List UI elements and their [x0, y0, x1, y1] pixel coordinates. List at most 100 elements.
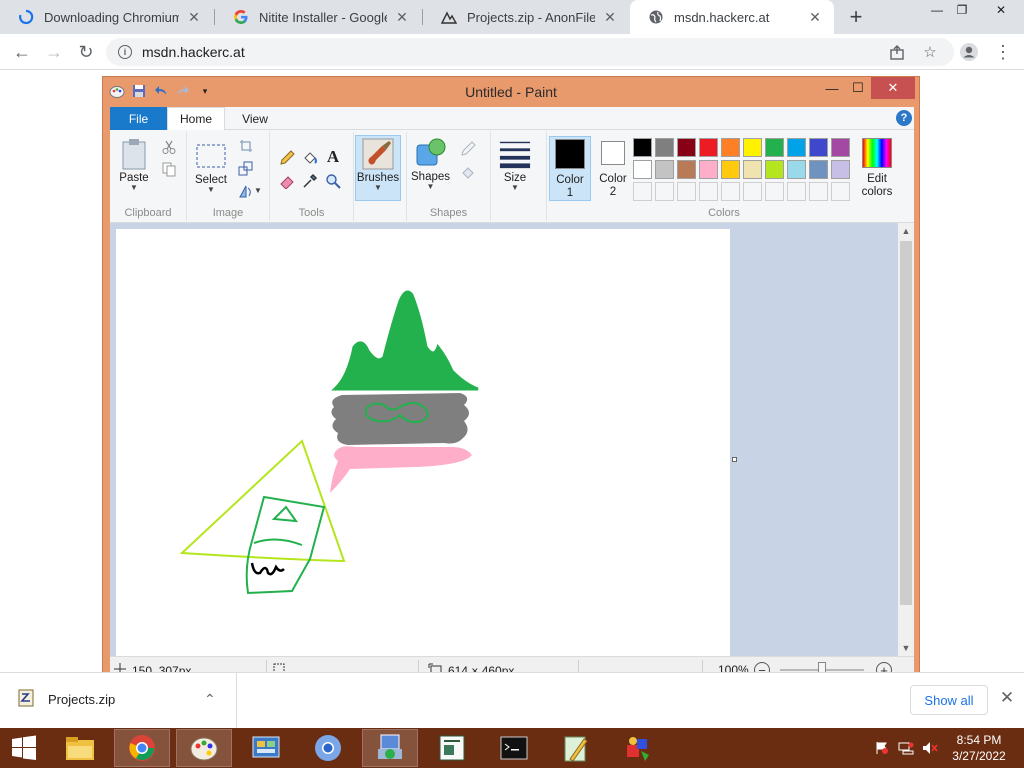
palette-swatch[interactable]	[633, 160, 652, 179]
palette-swatch[interactable]	[699, 160, 718, 179]
drawing-canvas[interactable]	[116, 229, 730, 656]
palette-swatch[interactable]	[655, 160, 674, 179]
custom-color-slot[interactable]	[699, 182, 718, 201]
custom-color-slot[interactable]	[721, 182, 740, 201]
color1-button[interactable]: Color 1	[549, 136, 591, 201]
taskbar-clock[interactable]: 8:54 PM 3/27/2022	[944, 732, 1014, 764]
eraser-icon[interactable]	[278, 172, 296, 190]
palette-swatch[interactable]	[831, 160, 850, 179]
fill-bucket-icon[interactable]	[301, 149, 319, 167]
edit-colors-button[interactable]: Edit colors	[857, 138, 897, 199]
control-panel-taskbar-icon[interactable]	[238, 729, 294, 767]
copy-icon[interactable]	[160, 160, 178, 178]
resize-icon[interactable]	[237, 159, 255, 177]
pencil-icon[interactable]	[278, 149, 296, 167]
tab-view[interactable]: View	[230, 107, 280, 130]
download-item[interactable]: Projects.zip	[18, 689, 115, 710]
fill-icon[interactable]	[455, 164, 481, 182]
close-tab-icon[interactable]: ✕	[393, 8, 411, 26]
brushes-button[interactable]: Brushes ▼	[355, 135, 401, 201]
palette-swatch[interactable]	[765, 160, 784, 179]
custom-color-slot[interactable]	[655, 182, 674, 201]
color2-button[interactable]: Color 2	[593, 138, 633, 199]
site-info-icon[interactable]: i	[118, 45, 132, 59]
action-center-flag-icon[interactable]	[874, 740, 890, 756]
color-picker-icon[interactable]	[301, 172, 319, 190]
3d-builder-taskbar-icon[interactable]	[610, 729, 666, 767]
vertical-scrollbar[interactable]: ▲ ▼	[898, 223, 914, 656]
custom-color-slot[interactable]	[743, 182, 762, 201]
scroll-down-arrow[interactable]: ▼	[898, 640, 914, 656]
share-icon[interactable]	[886, 41, 908, 63]
chrome-menu-icon[interactable]: ⋮	[992, 41, 1014, 63]
paint-minimize-button[interactable]: —	[819, 77, 845, 99]
tab-file[interactable]: File	[110, 107, 167, 130]
network-icon[interactable]	[898, 740, 914, 756]
palette-swatch[interactable]	[787, 138, 806, 157]
size-button[interactable]: Size ▼	[499, 138, 531, 192]
bookmark-star-icon[interactable]: ☆	[919, 41, 941, 63]
installer-taskbar-icon[interactable]	[362, 729, 418, 767]
palette-swatch[interactable]	[721, 160, 740, 179]
chrome-taskbar-icon[interactable]	[114, 729, 170, 767]
text-tool-icon[interactable]: A	[324, 147, 342, 166]
profile-avatar[interactable]	[958, 41, 980, 63]
palette-swatch[interactable]	[743, 138, 762, 157]
chevron-up-icon[interactable]: ⌃	[204, 691, 216, 708]
palette-swatch[interactable]	[677, 138, 696, 157]
new-tab-button[interactable]: +	[844, 4, 868, 29]
forward-button[interactable]: →	[42, 40, 66, 64]
custom-color-slot[interactable]	[677, 182, 696, 201]
close-tab-icon[interactable]: ✕	[806, 8, 824, 26]
custom-color-slot[interactable]	[809, 182, 828, 201]
palette-swatch[interactable]	[787, 160, 806, 179]
start-button[interactable]	[0, 729, 48, 767]
help-icon[interactable]: ?	[896, 110, 912, 126]
custom-color-slot[interactable]	[787, 182, 806, 201]
notepad-taskbar-icon[interactable]	[548, 729, 604, 767]
tab-projects-zip[interactable]: Projects.zip - AnonFiles ✕	[423, 0, 629, 34]
tab-downloading-chromium[interactable]: Downloading Chromium 9 ✕	[0, 0, 213, 34]
palette-swatch[interactable]	[809, 160, 828, 179]
paste-button[interactable]: Paste ▼	[118, 138, 150, 192]
command-prompt-taskbar-icon[interactable]	[486, 729, 542, 767]
outline-icon[interactable]	[455, 140, 481, 158]
crop-icon[interactable]	[237, 137, 255, 155]
tab-home[interactable]: Home	[167, 107, 225, 130]
custom-color-slot[interactable]	[633, 182, 652, 201]
document-viewer-taskbar-icon[interactable]	[424, 729, 480, 767]
custom-color-slot[interactable]	[765, 182, 784, 201]
palette-swatch[interactable]	[765, 138, 784, 157]
rotate-icon[interactable]: ▼	[237, 182, 263, 200]
canvas-resize-handle[interactable]	[732, 457, 737, 462]
palette-swatch[interactable]	[809, 138, 828, 157]
tab-msdn-hackerc[interactable]: msdn.hackerc.at ✕	[630, 0, 834, 34]
palette-swatch[interactable]	[677, 160, 696, 179]
show-all-button[interactable]: Show all	[910, 685, 988, 715]
reload-button[interactable]: ↻	[74, 40, 98, 64]
palette-swatch[interactable]	[699, 138, 718, 157]
chromium-taskbar-icon[interactable]	[300, 729, 356, 767]
close-tab-icon[interactable]: ✕	[185, 8, 203, 26]
paint-maximize-button[interactable]: ☐	[845, 77, 871, 99]
close-window-button[interactable]: ✕	[986, 0, 1016, 20]
close-download-bar-icon[interactable]: ✕	[996, 687, 1018, 709]
tab-nitite-installer[interactable]: Nitite Installer - Google Se ✕	[215, 0, 421, 34]
file-explorer-taskbar-icon[interactable]	[52, 729, 108, 767]
palette-swatch[interactable]	[633, 138, 652, 157]
scrollbar-thumb[interactable]	[900, 241, 912, 605]
restore-window-button[interactable]: ❐	[947, 0, 977, 20]
custom-color-slot[interactable]	[831, 182, 850, 201]
volume-muted-icon[interactable]	[922, 740, 938, 756]
palette-swatch[interactable]	[721, 138, 740, 157]
palette-swatch[interactable]	[743, 160, 762, 179]
palette-swatch[interactable]	[655, 138, 674, 157]
palette-swatch[interactable]	[831, 138, 850, 157]
shapes-button[interactable]: Shapes ▼	[411, 137, 450, 191]
scroll-up-arrow[interactable]: ▲	[898, 223, 914, 239]
magnifier-icon[interactable]	[324, 172, 342, 190]
paint-taskbar-icon[interactable]	[176, 729, 232, 767]
paint-close-button[interactable]: ✕	[871, 77, 915, 99]
close-tab-icon[interactable]: ✕	[601, 8, 619, 26]
select-button[interactable]: Select ▼	[195, 140, 227, 194]
